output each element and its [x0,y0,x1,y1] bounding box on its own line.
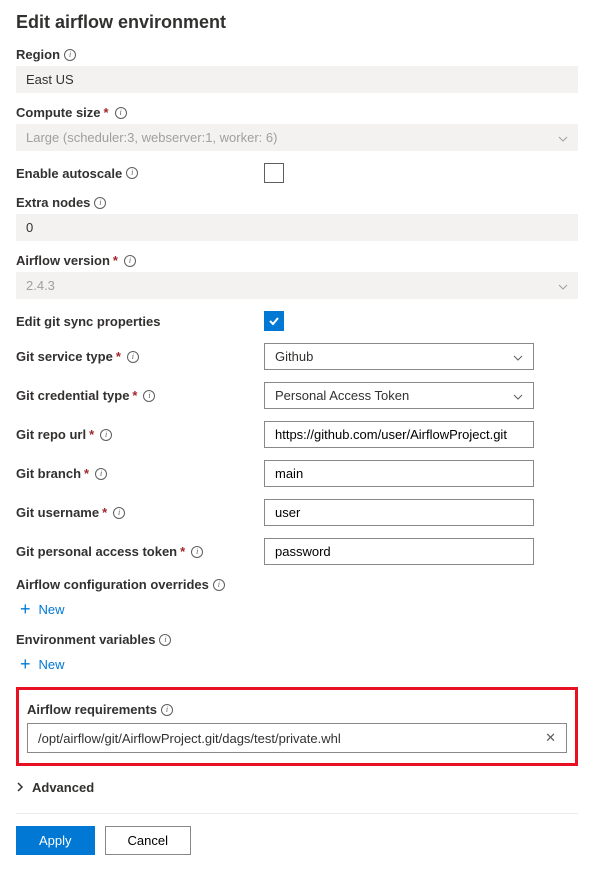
airflow-requirements-section: Airflow requirements i /opt/airflow/git/… [16,687,578,766]
env-vars-label: Environment variables [16,632,155,647]
chevron-down-icon [558,278,568,293]
git-pat-input[interactable] [264,538,534,565]
git-branch-input[interactable] [264,460,534,487]
apply-button[interactable]: Apply [16,826,95,855]
enable-autoscale-label: Enable autoscale [16,166,122,181]
git-branch-field: Git branch * i [16,460,578,487]
git-repo-url-label: Git repo url [16,427,86,442]
config-overrides-heading: Airflow configuration overrides i [16,577,578,592]
extra-nodes-value: 0 [16,214,578,241]
compute-size-value: Large (scheduler:3, webserver:1, worker:… [26,130,277,145]
advanced-label: Advanced [32,780,94,795]
info-icon[interactable]: i [64,49,76,61]
enable-autoscale-field: Enable autoscale i [16,163,578,183]
footer: Apply Cancel [16,813,578,855]
requirements-label: Airflow requirements [27,702,157,717]
git-service-type-value: Github [275,349,313,364]
info-icon[interactable]: i [95,468,107,480]
info-icon[interactable]: i [127,351,139,363]
compute-size-field: Compute size * i Large (scheduler:3, web… [16,105,578,151]
git-username-input[interactable] [264,499,534,526]
region-label: Region [16,47,60,62]
info-icon[interactable]: i [115,107,127,119]
compute-size-label: Compute size [16,105,101,120]
extra-nodes-label: Extra nodes [16,195,90,210]
required-indicator: * [84,466,89,481]
airflow-version-select: 2.4.3 [16,272,578,299]
git-pat-field: Git personal access token * i [16,538,578,565]
info-icon[interactable]: i [161,704,173,716]
region-field: Region i East US [16,47,578,93]
required-indicator: * [104,105,109,120]
git-service-type-select[interactable]: Github [264,343,534,370]
git-credential-type-field: Git credential type * i Personal Access … [16,382,578,409]
cancel-button[interactable]: Cancel [105,826,191,855]
required-indicator: * [102,505,107,520]
required-indicator: * [89,427,94,442]
edit-git-sync-checkbox[interactable] [264,311,284,331]
required-indicator: * [113,253,118,268]
new-label: New [39,602,65,617]
chevron-down-icon [513,349,523,364]
new-label: New [39,657,65,672]
env-vars-heading: Environment variables i [16,632,578,647]
region-value: East US [16,66,578,93]
info-icon[interactable]: i [213,579,225,591]
extra-nodes-field: Extra nodes i 0 [16,195,578,241]
git-service-type-field: Git service type * i Github [16,343,578,370]
git-credential-type-select[interactable]: Personal Access Token [264,382,534,409]
git-service-type-label: Git service type [16,349,113,364]
add-env-var-button[interactable]: + New [20,655,578,673]
chevron-down-icon [558,130,568,145]
git-repo-url-field: Git repo url * i [16,421,578,448]
chevron-right-icon [16,780,24,795]
git-username-label: Git username [16,505,99,520]
info-icon[interactable]: i [100,429,112,441]
requirements-input[interactable]: /opt/airflow/git/AirflowProject.git/dags… [27,723,567,753]
airflow-version-label: Airflow version [16,253,110,268]
compute-size-select: Large (scheduler:3, webserver:1, worker:… [16,124,578,151]
info-icon[interactable]: i [191,546,203,558]
info-icon[interactable]: i [143,390,155,402]
config-overrides-label: Airflow configuration overrides [16,577,209,592]
info-icon[interactable]: i [124,255,136,267]
edit-git-sync-label: Edit git sync properties [16,314,160,329]
git-repo-url-input[interactable] [264,421,534,448]
edit-git-sync-field: Edit git sync properties [16,311,578,331]
git-credential-type-value: Personal Access Token [275,388,409,403]
git-pat-label: Git personal access token [16,544,177,559]
check-icon [267,314,281,328]
git-branch-label: Git branch [16,466,81,481]
chevron-down-icon [513,388,523,403]
info-icon[interactable]: i [126,167,138,179]
plus-icon: + [20,655,31,673]
clear-icon[interactable]: ✕ [545,730,556,746]
git-credential-type-label: Git credential type [16,388,129,403]
plus-icon: + [20,600,31,618]
advanced-toggle[interactable]: Advanced [16,780,578,795]
enable-autoscale-checkbox[interactable] [264,163,284,183]
required-indicator: * [116,349,121,364]
airflow-version-value: 2.4.3 [26,278,55,293]
requirements-heading: Airflow requirements i [27,702,567,717]
page-title: Edit airflow environment [16,12,578,33]
info-icon[interactable]: i [113,507,125,519]
airflow-version-field: Airflow version * i 2.4.3 [16,253,578,299]
requirements-value: /opt/airflow/git/AirflowProject.git/dags… [38,731,537,746]
info-icon[interactable]: i [94,197,106,209]
git-username-field: Git username * i [16,499,578,526]
add-config-override-button[interactable]: + New [20,600,578,618]
required-indicator: * [132,388,137,403]
required-indicator: * [180,544,185,559]
info-icon[interactable]: i [159,634,171,646]
